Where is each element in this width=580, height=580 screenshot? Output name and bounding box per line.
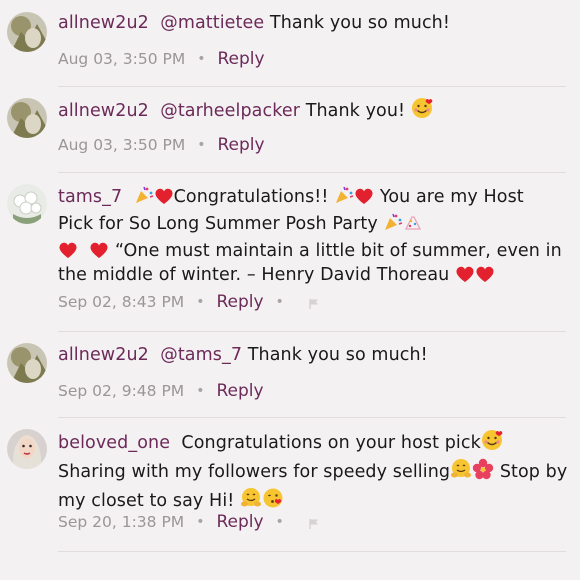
flag-icon[interactable] [308, 296, 320, 309]
smiling-face-with-hearts-icon [411, 97, 433, 126]
comments-feed: allnew2u2 @mattietee Thank you so much! … [0, 0, 580, 580]
avatar[interactable] [7, 184, 47, 224]
comment-meta: Sep 02, 9:48 PM • Reply [58, 381, 264, 401]
username-link[interactable]: tams_7 [58, 187, 122, 207]
username-link[interactable]: beloved_one [58, 433, 170, 453]
comment-line: tams_7 Congratulations!! You are my Host [58, 185, 568, 212]
comment-body: Congratulations on your host pick [181, 433, 481, 453]
mention-link[interactable]: @tarheelpacker [160, 101, 300, 121]
comment-line: “One must maintain a little bit of summe… [58, 239, 568, 263]
comment-line: Pick for So Long Summer Posh Party [58, 212, 568, 239]
comment-body: You are my Host [379, 187, 524, 207]
separator-dot: • [275, 294, 284, 310]
reply-button[interactable]: Reply [216, 292, 263, 312]
separator-dot: • [275, 514, 284, 530]
party-popper-icon [334, 185, 354, 212]
mention-link[interactable]: @mattietee [160, 13, 264, 33]
red-heart-icon [475, 265, 495, 283]
comment-item: beloved_one Congratulations on your host… [0, 417, 580, 552]
avatar[interactable] [7, 12, 47, 52]
flag-icon[interactable] [308, 516, 320, 529]
comment-item: allnew2u2 @mattietee Thank you so much! … [0, 0, 580, 86]
reply-button[interactable]: Reply [216, 381, 263, 401]
comment-line: beloved_one Congratulations on your host… [58, 429, 568, 458]
hugging-face-icon [450, 458, 472, 487]
comment-item: tams_7 Congratulations!! You are my Host… [0, 172, 580, 332]
avatar[interactable] [7, 429, 47, 469]
red-heart-icon [455, 265, 475, 283]
comment-line: the middle of winter. – Henry David Thor… [58, 263, 568, 287]
comment-text: allnew2u2 @tams_7 Thank you so much! [58, 343, 568, 367]
comment-line: Sharing with my followers for speedy sel… [58, 458, 568, 487]
timestamp: Sep 02, 8:43 PM [58, 293, 185, 311]
red-heart-icon [58, 241, 78, 259]
comment-item: allnew2u2 @tams_7 Thank you so much! Sep… [0, 331, 580, 417]
separator-dot: • [196, 514, 205, 530]
timestamp: Aug 03, 3:50 PM [58, 50, 186, 68]
separator-dot: • [196, 294, 205, 310]
comment-text: tams_7 Congratulations!! You are my Host… [58, 185, 568, 287]
comment-item: allnew2u2 @tarheelpacker Thank you! Aug … [0, 86, 580, 172]
comment-text: beloved_one Congratulations on your host… [58, 429, 568, 516]
comment-meta: Sep 02, 8:43 PM • Reply • [58, 292, 320, 312]
comment-body: Thank you! [305, 101, 406, 121]
divider [58, 551, 566, 552]
avatar[interactable] [7, 343, 47, 383]
timestamp: Sep 02, 9:48 PM [58, 382, 185, 400]
comment-meta: Aug 03, 3:50 PM • Reply [58, 135, 265, 155]
comment-text: allnew2u2 @tarheelpacker Thank you! [58, 97, 568, 126]
party-popper-icon [134, 185, 154, 212]
comment-body: Sharing with my followers for speedy sel… [58, 462, 451, 482]
smiling-face-with-hearts-icon [481, 429, 503, 458]
reply-button[interactable]: Reply [218, 49, 265, 69]
party-popper-icon [383, 212, 403, 239]
comment-body: Congratulations!! [173, 187, 329, 207]
confetti-ball-icon [403, 212, 423, 239]
comment-body: Pick for So Long Summer Posh Party [58, 214, 378, 234]
comment-body: Thank you so much! [269, 13, 450, 33]
username-link[interactable]: allnew2u2 [58, 101, 149, 121]
red-heart-icon [154, 187, 174, 205]
comment-body: the middle of winter. – Henry David Thor… [58, 265, 450, 285]
separator-dot: • [197, 137, 206, 153]
comment-body: my closet to say Hi! [58, 491, 235, 511]
comment-body: Thank you so much! [247, 345, 428, 365]
username-link[interactable]: allnew2u2 [58, 345, 149, 365]
reply-button[interactable]: Reply [216, 512, 263, 532]
comment-meta: Aug 03, 3:50 PM • Reply [58, 49, 265, 69]
red-heart-icon [89, 241, 109, 259]
separator-dot: • [197, 51, 206, 67]
comment-body: “One must maintain a little bit of summe… [115, 241, 562, 261]
red-heart-icon [354, 187, 374, 205]
comment-meta: Sep 20, 1:38 PM • Reply • [58, 512, 320, 532]
hibiscus-icon [472, 458, 494, 487]
timestamp: Aug 03, 3:50 PM [58, 136, 186, 154]
username-link[interactable]: allnew2u2 [58, 13, 149, 33]
comment-text: allnew2u2 @mattietee Thank you so much! [58, 11, 568, 35]
reply-button[interactable]: Reply [218, 135, 265, 155]
separator-dot: • [196, 383, 205, 399]
timestamp: Sep 20, 1:38 PM [58, 513, 185, 531]
avatar[interactable] [7, 98, 47, 138]
mention-link[interactable]: @tams_7 [160, 345, 242, 365]
comment-body: Stop by [499, 462, 568, 482]
